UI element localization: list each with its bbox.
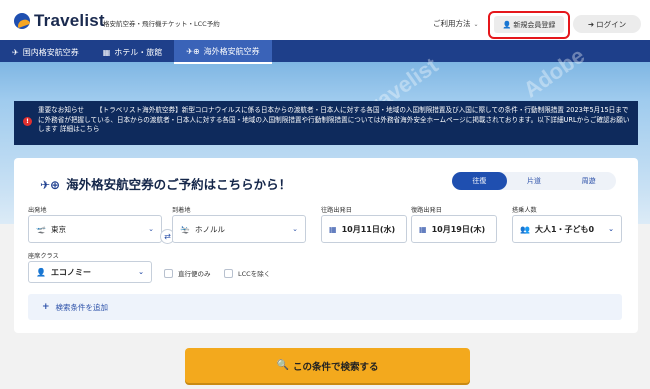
register-highlight-box: 👤 新規会員登録	[488, 11, 570, 39]
return-date-value: 10月19日(木)	[431, 224, 486, 234]
people-icon: 👥	[520, 224, 530, 234]
landing-icon: 🛬	[180, 224, 190, 234]
cabin-class-value: エコノミー	[50, 267, 91, 277]
passengers-field[interactable]: 👥 大人1・子ども0 ⌄	[512, 215, 622, 243]
trip-type-tabs: 往復 片道 周遊	[452, 172, 616, 190]
usage-menu[interactable]: ご利用方法 ⌄	[433, 18, 479, 29]
departure-label: 出発地	[28, 207, 47, 214]
top-header: Travelist 格安航空券・飛行機チケット・LCC予約 ご利用方法 ⌄ 👤 新規…	[0, 0, 650, 40]
chevron-down-icon: ⌄	[148, 225, 154, 233]
cabin-class-select[interactable]: 👤 エコノミー ⌄	[28, 261, 152, 283]
exclude-lcc-checkbox[interactable]: LCCを除く	[224, 268, 270, 278]
notice-text[interactable]: 【トラベリスト海外航空券】新型コロナウイルスに係る日本からの渡航者・日本人に対す…	[38, 106, 629, 133]
search-title: ✈⊕ 海外格安航空券のご予約はこちらから！	[40, 174, 291, 193]
site-tagline: 格安航空券・飛行機チケット・LCC予約	[103, 20, 220, 28]
calendar-icon: ▦	[329, 224, 337, 234]
outbound-date-label: 往路出発日	[321, 207, 352, 214]
tab-multi-city[interactable]: 周遊	[561, 172, 616, 190]
nav-item-domestic-flights[interactable]: ✈ 国内格安航空券	[0, 40, 91, 64]
nav-item-label: ホテル・旅館	[114, 47, 163, 57]
site-logo[interactable]: Travelist	[14, 11, 105, 31]
category-nav: ✈ 国内格安航空券 ▦ ホテル・旅館 ✈⊕ 海外格安航空券	[0, 40, 650, 64]
hotel-icon: ▦	[102, 47, 111, 57]
flight-search-form: ✈⊕ 海外格安航空券のご予約はこちらから！ 往復 片道 周遊 出発地 🛫 東京 ⌄ …	[14, 158, 638, 333]
login-icon: ➜	[587, 19, 595, 29]
cabin-class-label: 座席クラス	[28, 253, 59, 260]
passengers-value: 大人1・子ども0	[534, 224, 595, 234]
takeoff-icon: 🛫	[36, 224, 46, 234]
user-plus-icon: 👤	[502, 20, 512, 29]
chevron-down-icon: ⌄	[138, 268, 144, 276]
tab-round-trip[interactable]: 往復	[452, 172, 507, 190]
passengers-label: 搭乗人数	[512, 207, 537, 214]
arrival-field[interactable]: 🛬 ホノルル ⌄	[172, 215, 306, 243]
add-conditions-label: 検索条件を追加	[55, 302, 109, 312]
nav-item-label: 国内格安航空券	[22, 47, 79, 57]
search-button[interactable]: 🔍 この条件で検索する	[185, 348, 470, 383]
register-label: 新規会員登録	[513, 20, 556, 29]
arrival-label: 到着地	[172, 207, 191, 214]
plus-icon: +	[42, 302, 50, 312]
nav-item-hotels[interactable]: ▦ ホテル・旅館	[91, 40, 175, 64]
globe-plane-icon: ✈⊕	[40, 178, 61, 192]
logo-icon	[14, 13, 30, 29]
return-date-field[interactable]: ▦ 10月19日(木)	[411, 215, 497, 243]
plane-icon: ✈	[12, 47, 19, 57]
nav-item-label: 海外格安航空券	[203, 46, 260, 56]
return-date-label: 復路出発日	[411, 207, 442, 214]
calendar-icon: ▦	[419, 224, 427, 234]
usage-label: ご利用方法	[433, 19, 471, 28]
departure-field[interactable]: 🛫 東京 ⌄	[28, 215, 162, 243]
exclude-lcc-label: LCCを除く	[238, 270, 271, 278]
tab-one-way[interactable]: 片道	[507, 172, 562, 190]
search-title-text: 海外格安航空券のご予約はこちらから！	[66, 177, 292, 192]
chevron-down-icon: ⌄	[292, 225, 298, 233]
notice-label: 重要なお知らせ	[38, 106, 85, 114]
globe-plane-icon: ✈⊕	[186, 46, 200, 56]
alert-icon: !	[23, 117, 32, 126]
nav-item-international-flights[interactable]: ✈⊕ 海外格安航空券	[174, 40, 272, 64]
departure-value: 東京	[50, 224, 66, 234]
search-icon: 🔍	[276, 360, 289, 371]
outbound-date-field[interactable]: ▦ 10月11日(水)	[321, 215, 407, 243]
outbound-date-value: 10月11日(水)	[341, 224, 396, 234]
checkbox-box[interactable]	[224, 268, 233, 278]
search-button-label: この条件で検索する	[292, 361, 379, 373]
seat-icon: 👤	[36, 267, 46, 277]
direct-only-label: 直行便のみ	[178, 270, 211, 278]
login-button[interactable]: ➜ ログイン	[573, 15, 641, 33]
login-label: ログイン	[596, 19, 627, 29]
register-button[interactable]: 👤 新規会員登録	[494, 16, 564, 33]
add-conditions-button[interactable]: + 検索条件を追加	[28, 294, 622, 320]
checkbox-box[interactable]	[164, 268, 173, 278]
important-notice: ! 重要なお知らせ 【トラベリスト海外航空券】新型コロナウイルスに係る日本からの渡…	[14, 101, 638, 145]
logo-text: Travelist	[34, 11, 105, 30]
chevron-down-icon: ⌄	[608, 225, 614, 233]
direct-only-checkbox[interactable]: 直行便のみ	[164, 268, 211, 278]
arrival-value: ホノルル	[194, 224, 225, 234]
chevron-down-icon: ⌄	[473, 21, 479, 28]
